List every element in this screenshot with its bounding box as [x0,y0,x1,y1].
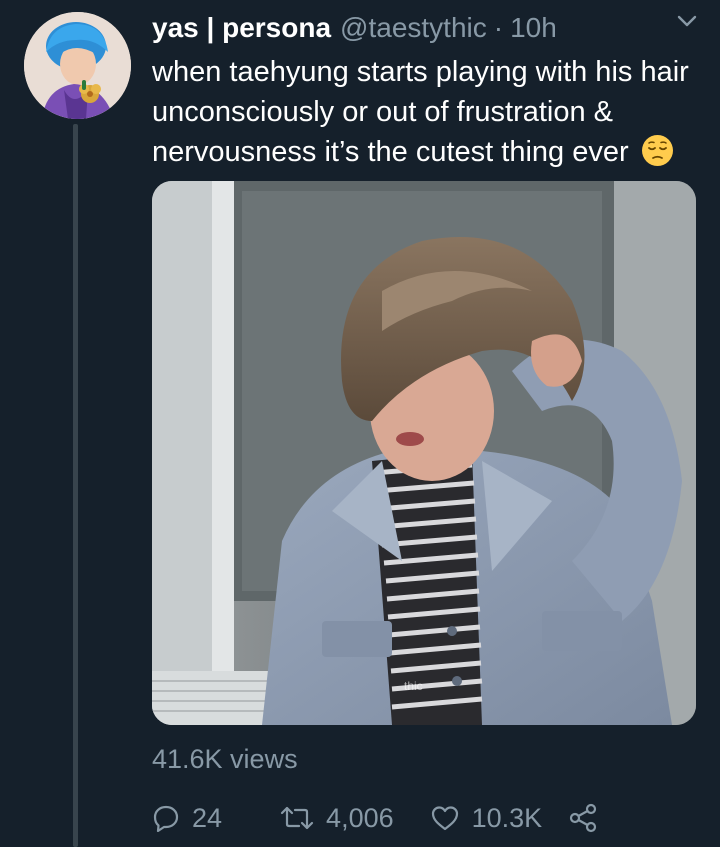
action-bar: 24 4,006 10.3K [152,798,598,838]
tweet-text: when taehyung starts playing with his ha… [152,52,707,172]
like-count: 10.3K [471,802,543,833]
heart-icon [430,804,460,832]
reply-button[interactable]: 24 [152,803,222,834]
display-name[interactable]: yas | persona [152,12,331,44]
pensive-face-icon [641,134,674,167]
timestamp[interactable]: 10h [510,12,557,44]
retweet-icon [280,804,314,832]
reply-icon [152,804,180,832]
chevron-down-icon[interactable] [674,8,700,34]
tweet-header: yas | persona @taestythic · 10h [152,8,700,48]
share-button[interactable] [568,803,598,833]
user-handle[interactable]: @taestythic [340,12,487,44]
share-icon [568,803,598,833]
retweet-button[interactable]: 4,006 [280,803,394,834]
view-count: 41.6K views [152,744,298,774]
tweet-text-content: when taehyung starts playing with his ha… [152,56,689,168]
tweet-media-video[interactable]: thic [152,181,696,725]
thread-line [73,124,78,847]
media-watermark: thic [404,679,423,693]
separator-dot: · [493,12,504,43]
reply-count: 24 [192,802,223,833]
avatar[interactable] [24,12,131,119]
retweet-count: 4,006 [326,802,394,833]
like-button[interactable]: 10.3K [430,802,543,834]
